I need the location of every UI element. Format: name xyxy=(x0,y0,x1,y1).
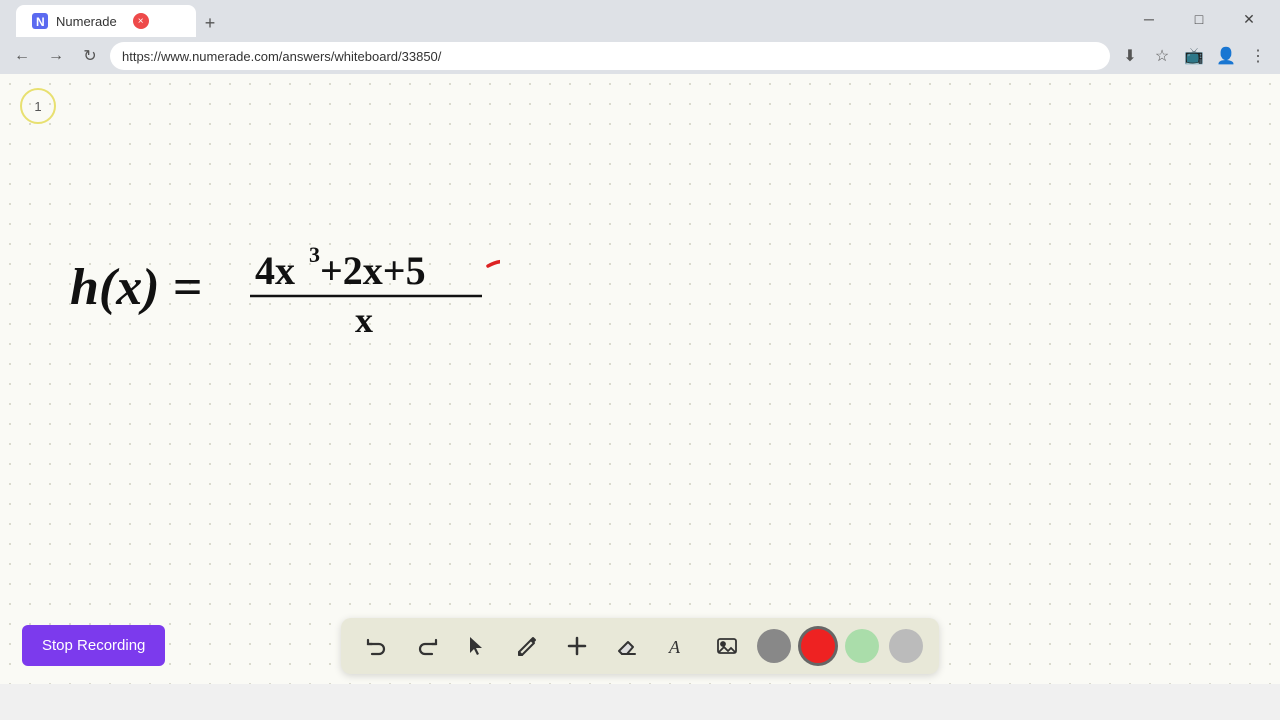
svg-text:h(x) =: h(x) = xyxy=(70,259,202,316)
svg-text:N: N xyxy=(36,15,45,29)
text-tool-button[interactable]: A xyxy=(657,626,697,666)
maximize-button[interactable]: □ xyxy=(1176,5,1222,33)
back-button[interactable]: ← xyxy=(8,42,36,70)
tab-bar: N Numerade × + xyxy=(8,1,232,37)
undo-button[interactable] xyxy=(357,626,397,666)
refresh-button[interactable]: ↻ xyxy=(76,42,104,70)
bookmark-icon[interactable]: ☆ xyxy=(1148,42,1176,70)
stop-recording-button[interactable]: Stop Recording xyxy=(22,625,165,666)
new-tab-button[interactable]: + xyxy=(196,9,224,37)
bottom-toolbar: A xyxy=(341,618,939,674)
add-button[interactable] xyxy=(557,626,597,666)
active-tab[interactable]: N Numerade × xyxy=(16,5,196,37)
math-formula: h(x) = 4x 3 +2x+5 x xyxy=(60,224,500,354)
color-light-gray[interactable] xyxy=(889,629,923,663)
browser-toolbar-right: ⬇ ☆ 📺 👤 ⋮ xyxy=(1116,42,1272,70)
whiteboard-canvas[interactable]: 1 h(x) = 4x 3 +2x+5 x Stop Recording xyxy=(0,74,1280,684)
browser-chrome: N Numerade × + ─ □ ✕ ← xyxy=(0,0,1280,74)
menu-icon[interactable]: ⋮ xyxy=(1244,42,1272,70)
svg-text:+2x+5: +2x+5 xyxy=(320,248,426,293)
svg-text:x: x xyxy=(355,300,373,340)
url-bar[interactable]: https://www.numerade.com/answers/whitebo… xyxy=(110,42,1110,70)
title-bar: N Numerade × + ─ □ ✕ xyxy=(0,0,1280,38)
forward-button[interactable]: → xyxy=(42,42,70,70)
downloads-icon[interactable]: ⬇ xyxy=(1116,42,1144,70)
tab-favicon: N xyxy=(32,13,48,29)
minimize-button[interactable]: ─ xyxy=(1126,5,1172,33)
select-tool-button[interactable] xyxy=(457,626,497,666)
formula-svg: h(x) = 4x 3 +2x+5 x xyxy=(60,224,500,354)
svg-text:A: A xyxy=(668,637,681,657)
close-button[interactable]: ✕ xyxy=(1226,5,1272,33)
page-indicator: 1 xyxy=(20,88,56,124)
color-green[interactable] xyxy=(845,629,879,663)
redo-button[interactable] xyxy=(407,626,447,666)
tab-title: Numerade xyxy=(56,14,117,29)
color-red[interactable] xyxy=(801,629,835,663)
profile-icon[interactable]: 👤 xyxy=(1212,42,1240,70)
image-tool-button[interactable] xyxy=(707,626,747,666)
address-bar: ← → ↻ https://www.numerade.com/answers/w… xyxy=(0,38,1280,74)
cast-icon[interactable]: 📺 xyxy=(1180,42,1208,70)
eraser-tool-button[interactable] xyxy=(607,626,647,666)
tab-close-button[interactable]: × xyxy=(133,13,149,29)
window-controls: ─ □ ✕ xyxy=(1126,5,1272,33)
color-gray[interactable] xyxy=(757,629,791,663)
svg-text:3: 3 xyxy=(309,242,320,267)
svg-text:4x: 4x xyxy=(255,248,295,293)
pencil-tool-button[interactable] xyxy=(507,626,547,666)
